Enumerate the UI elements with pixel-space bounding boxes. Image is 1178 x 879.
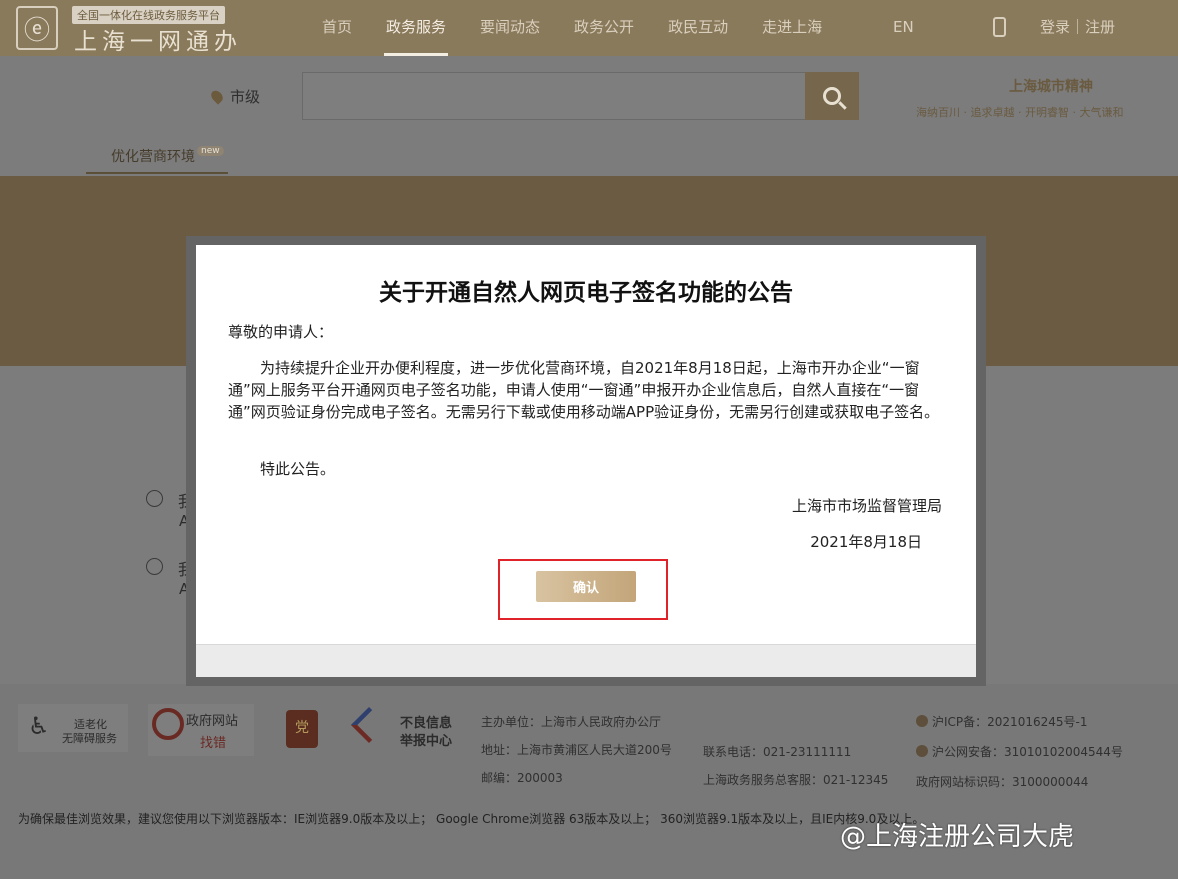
top-navigation-bar: ⓔ 全国一体化在线政务服务平台 上海一网通办 首页 政务服务 要闻动态 政务公开…	[0, 0, 1178, 56]
new-badge: new	[197, 146, 224, 156]
badge-label: 找错	[200, 736, 227, 751]
magnifier-icon	[152, 708, 184, 740]
search-band: 市级 上海城市精神 海纳百川 · 追求卓越 · 开明睿智 · 大气谦和 优化营商…	[0, 56, 1178, 176]
report-error-badge[interactable]: 政府网站 找错	[148, 704, 254, 756]
badge-label: 政府网站	[186, 714, 239, 729]
dialog-footer	[196, 644, 976, 677]
footer-postcode: 邮编：200003	[481, 771, 563, 785]
party-emblem-icon[interactable]: 党	[286, 710, 318, 748]
footer-phone: 联系电话：021-23111111	[703, 745, 852, 759]
radio-button[interactable]	[146, 558, 163, 575]
site-logo-icon[interactable]: ⓔ	[16, 6, 58, 50]
city-spirit: 上海城市精神 海纳百川 · 追求卓越 · 开明睿智 · 大气谦和	[916, 76, 1156, 120]
login-register-link[interactable]: 登录｜注册	[1040, 0, 1115, 54]
region-label: 市级	[230, 88, 261, 106]
footer-address: 地址：上海市黄浦区人民大道200号	[481, 743, 672, 757]
footer-icp[interactable]: 沪ICP备：2021016245号-1	[916, 713, 1087, 730]
dialog-signature-date: 2021年8月18日	[810, 533, 922, 551]
radio-button[interactable]	[146, 490, 163, 507]
badge-label: 无障碍服务	[62, 732, 117, 745]
footer-police[interactable]: 沪公网安备：31010102004544号	[916, 743, 1123, 760]
announcement-dialog: 关于开通自然人网页电子签名功能的公告 尊敬的申请人： 为持续提升企业开办便利程度…	[196, 245, 976, 677]
dialog-signature-org: 上海市市场监督管理局	[791, 497, 942, 515]
police-text: 沪公网安备：31010102004544号	[932, 745, 1123, 759]
badge-label: 举报中心	[400, 734, 453, 749]
main-nav: 首页 政务服务 要闻动态 政务公开 政民互动 走进上海	[305, 0, 839, 56]
nav-home[interactable]: 首页	[305, 0, 369, 56]
footer-hotline: 上海政务服务总客服：021-12345	[703, 773, 889, 787]
dialog-closing: 特此公告。	[260, 460, 336, 478]
footer-host: 主办单位：上海市人民政府办公厅	[481, 715, 662, 729]
dialog-title: 关于开通自然人网页电子签名功能的公告	[379, 280, 793, 306]
search-input[interactable]	[302, 72, 806, 120]
icp-icon	[916, 715, 928, 727]
nav-government-services[interactable]: 政务服务	[369, 0, 463, 56]
police-badge-icon	[916, 745, 928, 757]
bad-info-report-badge[interactable]: 不良信息 举报中心	[350, 706, 460, 752]
confirm-button[interactable]: 确认	[536, 571, 636, 602]
dialog-body: 为持续提升企业开办便利程度，进一步优化营商环境，自2021年8月18日起，上海市…	[228, 359, 940, 421]
watermark: @上海注册公司大虎	[840, 822, 1075, 852]
nav-open-government[interactable]: 政务公开	[557, 0, 651, 56]
badge-label: 不良信息	[400, 716, 453, 731]
nav-news[interactable]: 要闻动态	[463, 0, 557, 56]
language-switch[interactable]: EN	[893, 0, 914, 54]
city-spirit-slogan: 海纳百川 · 追求卓越 · 开明睿智 · 大气谦和	[916, 106, 1124, 119]
wheelchair-icon: ♿	[28, 712, 50, 740]
icp-text: 沪ICP备：2021016245号-1	[932, 715, 1088, 729]
location-pin-icon	[208, 88, 226, 105]
search-icon	[823, 87, 841, 105]
city-spirit-title: 上海城市精神	[1009, 79, 1093, 95]
report-chevron-icon	[350, 706, 388, 744]
search-button[interactable]	[805, 72, 859, 120]
nav-about-shanghai[interactable]: 走进上海	[745, 0, 839, 56]
dialog-greeting: 尊敬的申请人：	[228, 323, 334, 341]
tab-label: 优化营商环境	[111, 149, 195, 165]
site-name[interactable]: 上海一网通办	[74, 22, 242, 56]
nav-interaction[interactable]: 政民互动	[651, 0, 745, 56]
footer-site-code: 政府网站标识码：3100000044	[916, 775, 1089, 789]
mobile-phone-icon[interactable]	[993, 17, 1006, 37]
browser-recommendation: 为确保最佳浏览效果，建议您使用以下浏览器版本：IE浏览器9.0版本及以上； Go…	[18, 812, 925, 826]
region-selector[interactable]: 市级	[208, 86, 261, 107]
tab-business-environment[interactable]: 优化营商环境 new	[86, 146, 228, 174]
accessibility-badge[interactable]: ♿ 适老化 无障碍服务	[18, 704, 128, 752]
